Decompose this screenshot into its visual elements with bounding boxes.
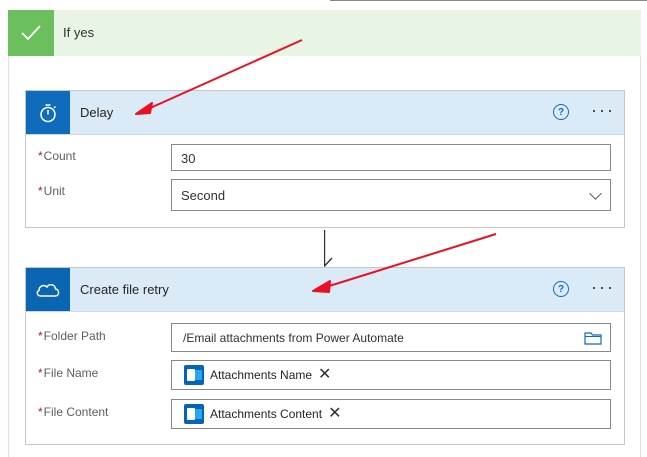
close-icon[interactable]: ✕ xyxy=(318,367,331,383)
create-file-title: Create file retry xyxy=(80,282,169,297)
file-content-label: *File Content xyxy=(38,405,109,419)
more-options-icon[interactable]: ··· xyxy=(591,100,615,121)
create-file-card-header[interactable]: Create file retry ? ··· xyxy=(26,268,624,312)
if-yes-title: If yes xyxy=(63,25,95,40)
file-content-input[interactable]: Attachments Content ✕ xyxy=(171,399,611,429)
top-divider xyxy=(330,0,647,1)
flow-connector-arrow xyxy=(324,230,333,268)
attachments-name-token[interactable]: Attachments Name ✕ xyxy=(184,365,331,385)
folder-path-input[interactable]: /Email attachments from Power Automate xyxy=(171,323,611,352)
help-icon[interactable]: ? xyxy=(553,104,569,120)
onedrive-cloud-icon xyxy=(26,268,70,311)
delay-action-card: Delay ? ··· *Count 30 *Unit Second xyxy=(25,90,625,228)
file-name-input[interactable]: Attachments Name ✕ xyxy=(171,360,611,390)
file-name-label: *File Name xyxy=(38,366,99,380)
count-input[interactable]: 30 xyxy=(171,144,611,171)
folder-path-label: *Folder Path xyxy=(38,329,106,343)
create-file-action-card: Create file retry ? ··· *Folder Path /Em… xyxy=(25,267,625,445)
delay-card-header[interactable]: Delay ? ··· xyxy=(26,91,624,135)
close-icon[interactable]: ✕ xyxy=(328,406,341,422)
chevron-down-icon xyxy=(589,187,602,200)
checkmark-icon xyxy=(8,10,54,56)
delay-title: Delay xyxy=(80,105,114,120)
if-yes-header[interactable]: If yes xyxy=(8,10,641,56)
count-label: *Count xyxy=(38,149,76,163)
help-icon[interactable]: ? xyxy=(553,281,569,297)
unit-dropdown[interactable]: Second xyxy=(171,179,611,211)
timer-icon xyxy=(26,91,70,134)
outlook-icon xyxy=(184,365,204,385)
outlook-icon xyxy=(184,404,204,424)
folder-icon[interactable] xyxy=(584,331,602,345)
attachments-content-token[interactable]: Attachments Content ✕ xyxy=(184,404,341,424)
unit-label: *Unit xyxy=(38,184,66,198)
more-options-icon[interactable]: ··· xyxy=(591,277,615,298)
